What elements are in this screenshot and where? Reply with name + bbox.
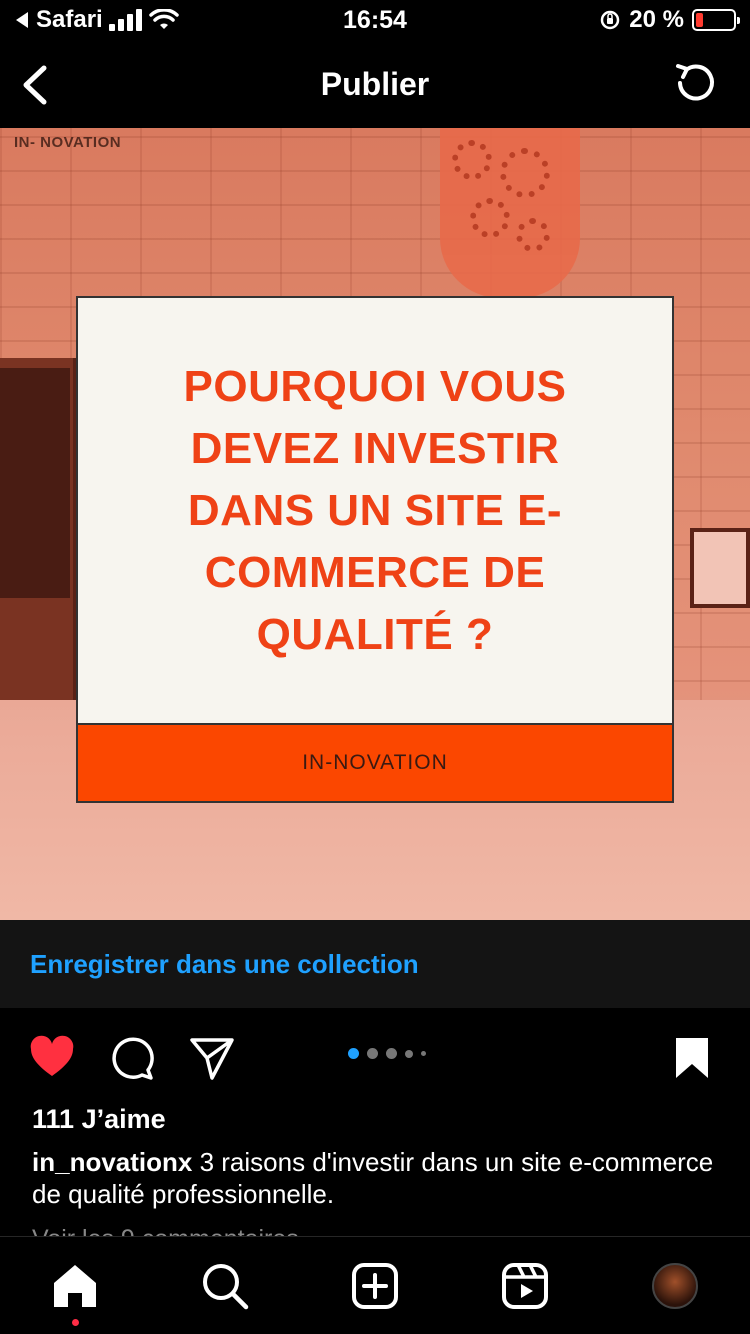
gear-icon — [470, 198, 510, 238]
status-right: 20 % — [599, 6, 740, 34]
home-icon[interactable] — [50, 1261, 100, 1311]
gear-icon — [500, 148, 550, 198]
page-title: Publier — [320, 66, 430, 102]
reels-icon[interactable] — [500, 1261, 550, 1311]
post-headline: POURQUOI VOUS DEVEZ INVESTIR DANS UN SIT… — [183, 361, 567, 659]
carousel-dot — [405, 1049, 413, 1058]
brand-band: IN-NOVATION — [78, 723, 672, 801]
search-icon[interactable] — [200, 1261, 250, 1311]
active-tab-dot — [72, 1319, 79, 1326]
caption-username[interactable]: in_novationx — [32, 1147, 192, 1177]
battery-icon — [692, 9, 740, 31]
battery-percent: 20 % — [629, 6, 684, 33]
carousel-dot — [348, 1048, 359, 1059]
brand-label: IN-NOVATION — [302, 751, 448, 774]
save-to-collection-button[interactable]: Enregistrer dans une collection — [0, 920, 750, 1008]
send-icon[interactable] — [188, 1034, 236, 1082]
headline-panel: POURQUOI VOUS DEVEZ INVESTIR DANS UN SIT… — [78, 298, 672, 723]
profile-avatar[interactable] — [652, 1263, 698, 1309]
headline-card: POURQUOI VOUS DEVEZ INVESTIR DANS UN SIT… — [76, 296, 674, 803]
carousel-dot — [386, 1048, 397, 1059]
save-to-collection-label: Enregistrer dans une collection — [30, 948, 419, 979]
lightbulb-decoration — [440, 128, 580, 298]
carousel-dot — [367, 1048, 378, 1059]
status-bar: Safari 16:54 20 % — [0, 0, 750, 40]
orientation-lock-icon — [601, 10, 620, 30]
bookmark-icon[interactable] — [668, 1034, 716, 1082]
battery-level — [696, 13, 704, 27]
undo-icon[interactable] — [670, 58, 720, 108]
view-comments-link[interactable]: Voir les 9 commentaires — [32, 1224, 299, 1236]
carousel-dot — [421, 1051, 426, 1056]
top-nav: Publier — [0, 40, 750, 128]
post-caption: in_novationx 3 raisons d'investir dans u… — [32, 1146, 722, 1210]
heart-icon[interactable] — [28, 1034, 76, 1082]
gear-icon — [452, 140, 492, 180]
monitor — [690, 528, 750, 608]
gear-icon — [516, 218, 550, 252]
watermark-logo: IN- NOVATION — [14, 134, 122, 151]
post-image[interactable]: IN- NOVATION POURQUOI VOUS DEVEZ INVESTI… — [0, 128, 750, 920]
comment-icon[interactable] — [108, 1034, 156, 1082]
likes-count[interactable]: 111 J’aime — [32, 1104, 166, 1135]
post-actions — [0, 1008, 750, 1104]
carousel-indicator — [348, 1048, 426, 1059]
tab-bar — [0, 1236, 750, 1334]
create-icon[interactable] — [350, 1261, 400, 1311]
